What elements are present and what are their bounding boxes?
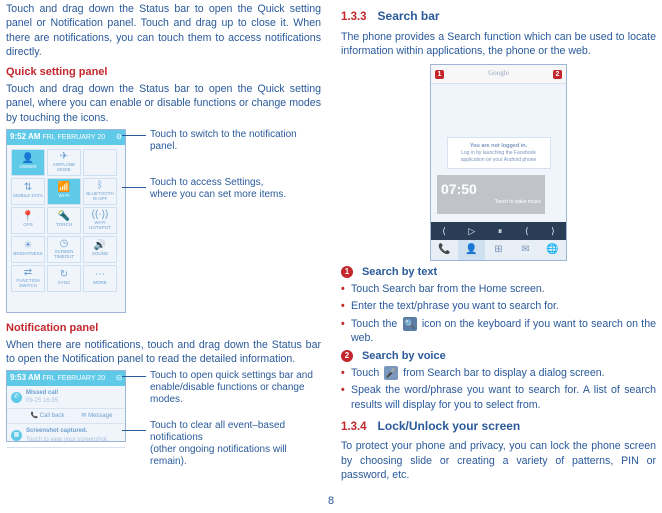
sbt-step-2: Enter the text/phrase you want to search… xyxy=(341,299,656,313)
search-bar-para: The phone provides a Search function whi… xyxy=(341,30,656,59)
sound-icon: 🔊 xyxy=(94,241,106,251)
lock-unlock-para: To protect your phone and privacy, you c… xyxy=(341,439,656,482)
sbv-step-1: Touch 🎤 from Search bar to display a dia… xyxy=(341,366,656,380)
airplane-icon: ✈ xyxy=(60,152,68,162)
sbv-step-2: Speak the word/phrase you want to search… xyxy=(341,383,656,412)
search-by-voice-heading: 2 Search by voice xyxy=(341,349,656,364)
torch-icon: 🔦 xyxy=(58,212,70,222)
quick-setting-heading: Quick setting panel xyxy=(6,65,321,80)
notif-screenshot: ▦ Screenshot captured. Touch to view you… xyxy=(7,424,125,447)
dial-icon: 📞 xyxy=(431,240,458,260)
play-icon: ▷ xyxy=(468,225,475,237)
apps-icon: ⊞ xyxy=(485,240,512,260)
page-number: 8 xyxy=(0,494,662,509)
notif-actions: 📞 Call back ✉ Message xyxy=(7,409,125,424)
fwd-icon: ⟨ xyxy=(525,225,529,237)
login-card: You are not logged in. Log in by launchi… xyxy=(447,137,551,169)
user-icon: 👤 xyxy=(22,154,34,164)
callout-clear-notifications: Touch to clear all event–based notificat… xyxy=(132,420,321,468)
notification-panel-heading: Notification panel xyxy=(6,321,321,336)
quick-setting-phone: 9:52 AM FRI, FEBRUARY 20 ⚙ 👤OWNER ✈AIRPL… xyxy=(6,129,126,313)
intro-text: Touch and drag down the Status bar to op… xyxy=(6,2,321,59)
callout-notification-panel: Touch to switch to the notification pane… xyxy=(132,129,321,153)
callout-settings: Touch to access Settings, where you can … xyxy=(132,177,321,201)
notif-missed-call: ✆ Missed call 09-25 16:35 xyxy=(7,386,125,409)
image-icon: ▦ xyxy=(11,430,22,441)
timeout-icon: ◷ xyxy=(60,239,69,249)
notification-panel-para: When there are notifications, touch and … xyxy=(6,338,321,367)
search-brand: Google xyxy=(488,69,509,78)
pause-icon: ⏸ xyxy=(498,225,503,237)
notification-figure: 9:53 AM FRI, FEBRUARY 20 ⊟ ✆ Missed call… xyxy=(6,370,321,472)
sbt-step-3: Touch the 🔍 icon on the keyboard if you … xyxy=(341,317,656,346)
contacts-icon: 👤 xyxy=(458,240,485,260)
callout-tag-1: 1 xyxy=(435,70,444,79)
switch-icon: ⇄ xyxy=(24,268,32,278)
notification-phone: 9:53 AM FRI, FEBRUARY 20 ⊟ ✆ Missed call… xyxy=(6,370,126,442)
quick-setting-figure: 9:52 AM FRI, FEBRUARY 20 ⚙ 👤OWNER ✈AIRPL… xyxy=(6,129,321,313)
lock-clock: 07:50 Touch to wake music xyxy=(437,175,545,214)
sync-icon: ↻ xyxy=(60,270,68,280)
browser-icon: 🌐 xyxy=(539,240,566,260)
phone-statusbar-2: 9:53 AM FRI, FEBRUARY 20 ⊟ xyxy=(7,371,125,386)
bluetooth-icon: ᛒ xyxy=(97,181,103,191)
data-icon: ⇅ xyxy=(24,183,32,193)
dock-icons: 📞 👤 ⊞ ✉ 🌐 xyxy=(431,240,566,260)
more-icon: ⋯ xyxy=(95,270,105,280)
section-lock-unlock: 1.3.4 Lock/Unlock your screen xyxy=(341,418,656,436)
phone-statusbar: 9:52 AM FRI, FEBRUARY 20 ⚙ xyxy=(7,130,125,145)
mic-icon: 🎤 xyxy=(384,366,398,380)
brightness-icon: ☀ xyxy=(24,241,33,251)
search-by-text-heading: 1 Search by text xyxy=(341,265,656,280)
phone-icon: ✆ xyxy=(11,392,22,403)
media-controls: ⟨ ▷ ⏸ ⟨ ⟩ xyxy=(431,222,566,240)
quick-setting-para: Touch and drag down the Status bar to op… xyxy=(6,82,321,125)
search-icon: 🔍 xyxy=(403,317,417,331)
wifi-icon: 📶 xyxy=(58,183,70,193)
message-icon: ✉ xyxy=(512,240,539,260)
prev-icon: ⟨ xyxy=(442,225,446,237)
search-phone: 1 Google 2 You are not logged in. Log in… xyxy=(430,64,567,261)
gps-icon: 📍 xyxy=(22,212,34,222)
section-search-bar: 1.3.3 Search bar xyxy=(341,8,656,26)
sbt-step-1: Touch Search bar from the Home screen. xyxy=(341,282,656,296)
hotspot-icon: ((·)) xyxy=(92,210,109,220)
callout-quick-settings: Touch to open quick settings bar and ena… xyxy=(132,370,321,406)
callout-tag-2: 2 xyxy=(553,70,562,79)
next-icon: ⟩ xyxy=(551,225,555,237)
